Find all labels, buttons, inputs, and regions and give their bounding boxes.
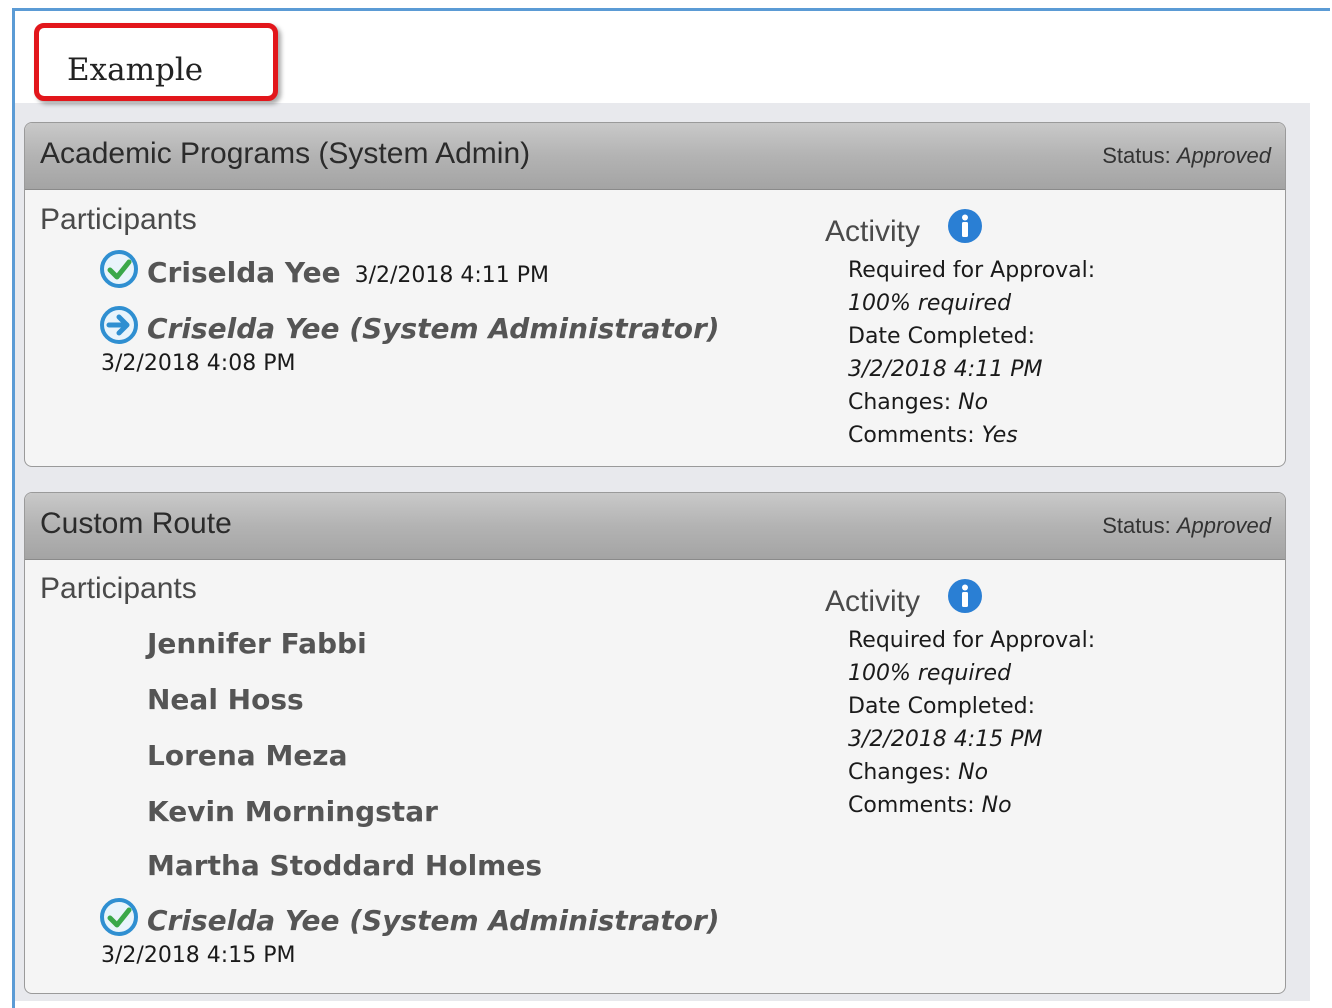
changes-label: Changes: <box>848 760 952 785</box>
panel-header: Custom Route Status: Approved <box>25 493 1285 560</box>
changes-value: No <box>958 760 989 785</box>
comments-line: Comments: No <box>848 793 1012 818</box>
changes-label: Changes: <box>848 390 952 415</box>
route-panel-custom-route: Custom Route Status: Approved Participan… <box>24 492 1286 994</box>
status-label: Status: <box>1102 513 1171 538</box>
check-circle-icon <box>100 250 138 288</box>
date-completed-value: 3/2/2018 4:15 PM <box>848 727 1043 752</box>
participant-name[interactable]: Criselda Yee (System Administrator) <box>147 904 720 937</box>
comments-label: Comments: <box>848 793 975 818</box>
required-label: Required for Approval: <box>848 628 1096 653</box>
date-completed-value: 3/2/2018 4:11 PM <box>848 357 1043 382</box>
required-label: Required for Approval: <box>848 258 1096 283</box>
changes-line: Changes: No <box>848 390 988 415</box>
status-value: Approved <box>1176 143 1271 168</box>
status-value: Approved <box>1176 513 1271 538</box>
participants-heading: Participants <box>40 203 197 236</box>
panel-title: Custom Route <box>40 507 232 540</box>
info-icon[interactable] <box>947 208 983 244</box>
comments-line: Comments: Yes <box>848 423 1018 448</box>
participant-name[interactable]: Lorena Meza <box>147 739 348 772</box>
participant-name[interactable]: Criselda Yee 3/2/2018 4:11 PM <box>147 256 549 289</box>
participant-name[interactable]: Neal Hoss <box>147 683 304 716</box>
changes-line: Changes: No <box>848 760 988 785</box>
status-label: Status: <box>1102 143 1171 168</box>
arrow-circle-icon <box>100 306 138 344</box>
info-icon[interactable] <box>947 578 983 614</box>
status-badge: Status: Approved <box>1102 143 1271 169</box>
participant-name[interactable]: Jennifer Fabbi <box>147 627 367 660</box>
example-callout: Example <box>34 23 278 101</box>
date-completed-label: Date Completed: <box>848 324 1035 349</box>
participant-name[interactable]: Kevin Morningstar <box>147 795 438 828</box>
activity-heading: Activity <box>825 215 921 248</box>
status-badge: Status: Approved <box>1102 513 1271 539</box>
participant-name[interactable]: Martha Stoddard Holmes <box>147 849 542 882</box>
participant-date: 3/2/2018 4:11 PM <box>354 263 550 288</box>
panel-header: Academic Programs (System Admin) Status:… <box>25 123 1285 190</box>
check-circle-icon <box>100 898 138 936</box>
route-panel-academic-programs: Academic Programs (System Admin) Status:… <box>24 122 1286 467</box>
changes-value: No <box>958 390 989 415</box>
panel-title: Academic Programs (System Admin) <box>40 137 531 170</box>
comments-value: No <box>981 793 1012 818</box>
participants-heading: Participants <box>40 572 197 605</box>
activity-heading: Activity <box>825 585 921 618</box>
required-value: 100% required <box>848 291 1012 316</box>
participant-date: 3/2/2018 4:08 PM <box>101 351 296 376</box>
comments-label: Comments: <box>848 423 975 448</box>
example-label: Example <box>67 52 204 88</box>
date-completed-label: Date Completed: <box>848 694 1035 719</box>
participant-date: 3/2/2018 4:15 PM <box>101 943 296 968</box>
required-value: 100% required <box>848 661 1012 686</box>
participant-name[interactable]: Criselda Yee (System Administrator) <box>147 312 720 345</box>
comments-value: Yes <box>981 423 1018 448</box>
